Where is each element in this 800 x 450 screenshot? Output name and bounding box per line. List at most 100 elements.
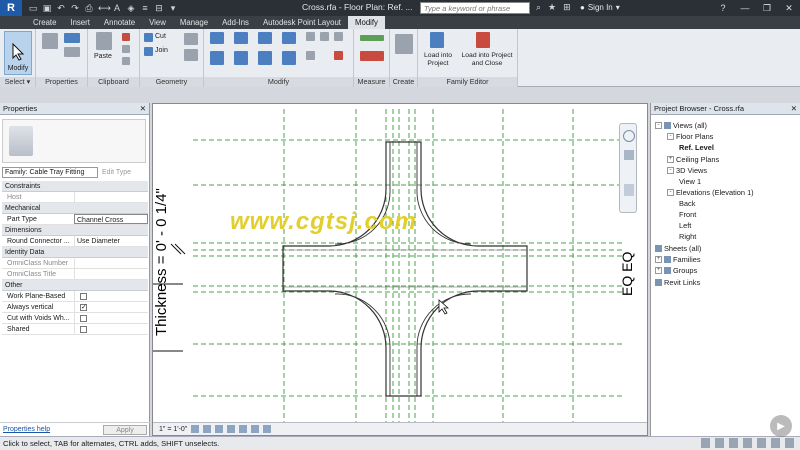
browser-item[interactable]: - Elevations (Elevation 1)	[667, 188, 754, 197]
text-icon[interactable]: A	[112, 3, 122, 14]
rotate-icon[interactable]	[258, 51, 272, 65]
viewcube-icon[interactable]	[624, 184, 634, 196]
select-by-face-icon[interactable]	[757, 438, 766, 448]
join-button[interactable]: Join	[155, 47, 168, 54]
match-type-icon[interactable]	[122, 57, 130, 65]
print-icon[interactable]: ⎙	[84, 3, 94, 14]
load-into-project-close-icon[interactable]	[476, 32, 490, 48]
section-header[interactable]: Dimensions	[2, 225, 148, 236]
property-checkbox[interactable]	[80, 302, 87, 312]
shadows-icon[interactable]	[227, 425, 236, 433]
tab-add-ins[interactable]: Add-Ins	[215, 16, 256, 29]
select-links-icon[interactable]	[715, 438, 724, 448]
browser-item[interactable]: - Floor Plans	[667, 132, 713, 141]
select-underlay-icon[interactable]	[729, 438, 738, 448]
browser-item[interactable]: -3D Views	[667, 166, 707, 175]
browser-item[interactable]: Left	[679, 221, 691, 230]
play-icon[interactable]: ▶	[770, 415, 792, 437]
save-icon[interactable]: ▣	[42, 3, 52, 14]
tab-view[interactable]: View	[142, 16, 173, 29]
property-value[interactable]	[74, 291, 148, 301]
thin-lines-icon[interactable]: ≡	[140, 3, 150, 14]
detail-level-icon[interactable]	[191, 425, 200, 433]
paint-icon[interactable]	[184, 49, 198, 61]
properties-help-link[interactable]: Properties help	[3, 426, 50, 433]
load-into-project-close-button[interactable]: Load into Project and Close	[458, 52, 516, 68]
redo-icon[interactable]: ↷	[70, 3, 80, 14]
trim-extend-icon[interactable]	[282, 51, 296, 65]
copy-icon[interactable]	[122, 45, 130, 53]
steering-wheel-icon[interactable]	[623, 130, 635, 142]
property-checkbox[interactable]	[80, 315, 87, 322]
properties-icon[interactable]	[42, 33, 58, 49]
paste-icon[interactable]	[96, 32, 112, 50]
collapse-icon[interactable]: -	[667, 133, 674, 140]
expand-icon[interactable]: +	[655, 256, 662, 263]
tab-modify[interactable]: Modify	[347, 16, 385, 29]
delete-icon[interactable]	[334, 51, 343, 60]
family-category-icon[interactable]	[64, 33, 80, 43]
browser-item[interactable]: Ref. Level	[679, 143, 714, 152]
help-icon[interactable]: ?	[712, 0, 734, 16]
expand-icon[interactable]: +	[655, 267, 662, 274]
browser-item[interactable]: + Ceiling Plans	[667, 155, 719, 164]
worksets-icon[interactable]	[701, 438, 710, 448]
section-header[interactable]: Other	[2, 280, 148, 291]
tab-insert[interactable]: Insert	[63, 16, 97, 29]
binoculars-icon[interactable]: ⌕	[536, 2, 541, 13]
family-type-dropdown[interactable]: Family: Cable Tray Fitting	[2, 167, 98, 178]
section-header[interactable]: Constraints	[2, 181, 148, 192]
view-scale[interactable]: 1" = 1'-0"	[159, 426, 187, 433]
property-value[interactable]: Use Diameter	[74, 236, 148, 246]
select-panel-label[interactable]: Select ▾	[0, 77, 35, 87]
browser-item[interactable]: - Views (all)	[655, 121, 707, 130]
load-into-project-button[interactable]: Load into Project	[421, 52, 455, 68]
offset-icon[interactable]	[234, 32, 248, 44]
edit-type-button[interactable]: Edit Type	[102, 169, 131, 176]
property-value[interactable]	[74, 192, 148, 202]
scale-icon[interactable]	[334, 32, 343, 41]
move-icon[interactable]	[210, 51, 224, 65]
measure-distance-icon[interactable]	[360, 35, 384, 41]
cart-icon[interactable]: ⊞	[563, 2, 571, 13]
select-pinned-icon[interactable]	[743, 438, 752, 448]
array-icon[interactable]	[320, 32, 329, 41]
crop-view-icon[interactable]	[239, 425, 248, 433]
load-into-project-icon[interactable]	[430, 32, 444, 48]
copy-element-icon[interactable]	[234, 51, 248, 65]
tab-annotate[interactable]: Annotate	[97, 16, 142, 29]
property-checkbox[interactable]	[80, 326, 87, 333]
eq-dimension-label[interactable]: EQ EQ	[619, 252, 635, 296]
cope-icon[interactable]	[144, 33, 153, 42]
switch-windows-icon[interactable]: ▾	[168, 3, 178, 14]
family-types-icon[interactable]	[64, 47, 80, 57]
measure-icon[interactable]: ⟷	[98, 3, 111, 14]
expand-icon[interactable]: +	[667, 156, 674, 163]
create-similar-icon[interactable]	[395, 34, 413, 54]
property-value[interactable]	[74, 324, 148, 334]
browser-item[interactable]: Sheets (all)	[655, 244, 701, 253]
property-value[interactable]	[74, 269, 148, 279]
mirror-pick-axis-icon[interactable]	[258, 32, 272, 44]
cross-fitting-drawing[interactable]	[153, 104, 648, 424]
tab-manage[interactable]: Manage	[173, 16, 215, 29]
browser-item[interactable]: + Groups	[655, 266, 697, 275]
section-header[interactable]: Identity Data	[2, 247, 148, 258]
drag-elements-icon[interactable]	[771, 438, 780, 448]
close-icon[interactable]: ✕	[140, 103, 146, 115]
property-value[interactable]	[74, 302, 148, 312]
aligned-dimension-icon[interactable]	[360, 51, 384, 61]
collapse-icon[interactable]: -	[667, 189, 674, 196]
split-element-icon[interactable]	[306, 32, 315, 41]
browser-item[interactable]: Front	[679, 210, 696, 219]
property-value[interactable]	[74, 258, 148, 268]
filter-icon[interactable]	[785, 438, 794, 448]
cut-geometry-button[interactable]: Cut	[155, 33, 166, 40]
property-checkbox[interactable]	[80, 293, 87, 300]
browser-item[interactable]: Back	[679, 199, 695, 208]
collapse-icon[interactable]: -	[667, 167, 674, 174]
align-icon[interactable]	[210, 32, 224, 44]
paste-button[interactable]: Paste	[94, 53, 112, 60]
temporary-hide-icon[interactable]	[251, 425, 260, 433]
sign-in-button[interactable]: ● Sign In ▾	[580, 3, 620, 12]
